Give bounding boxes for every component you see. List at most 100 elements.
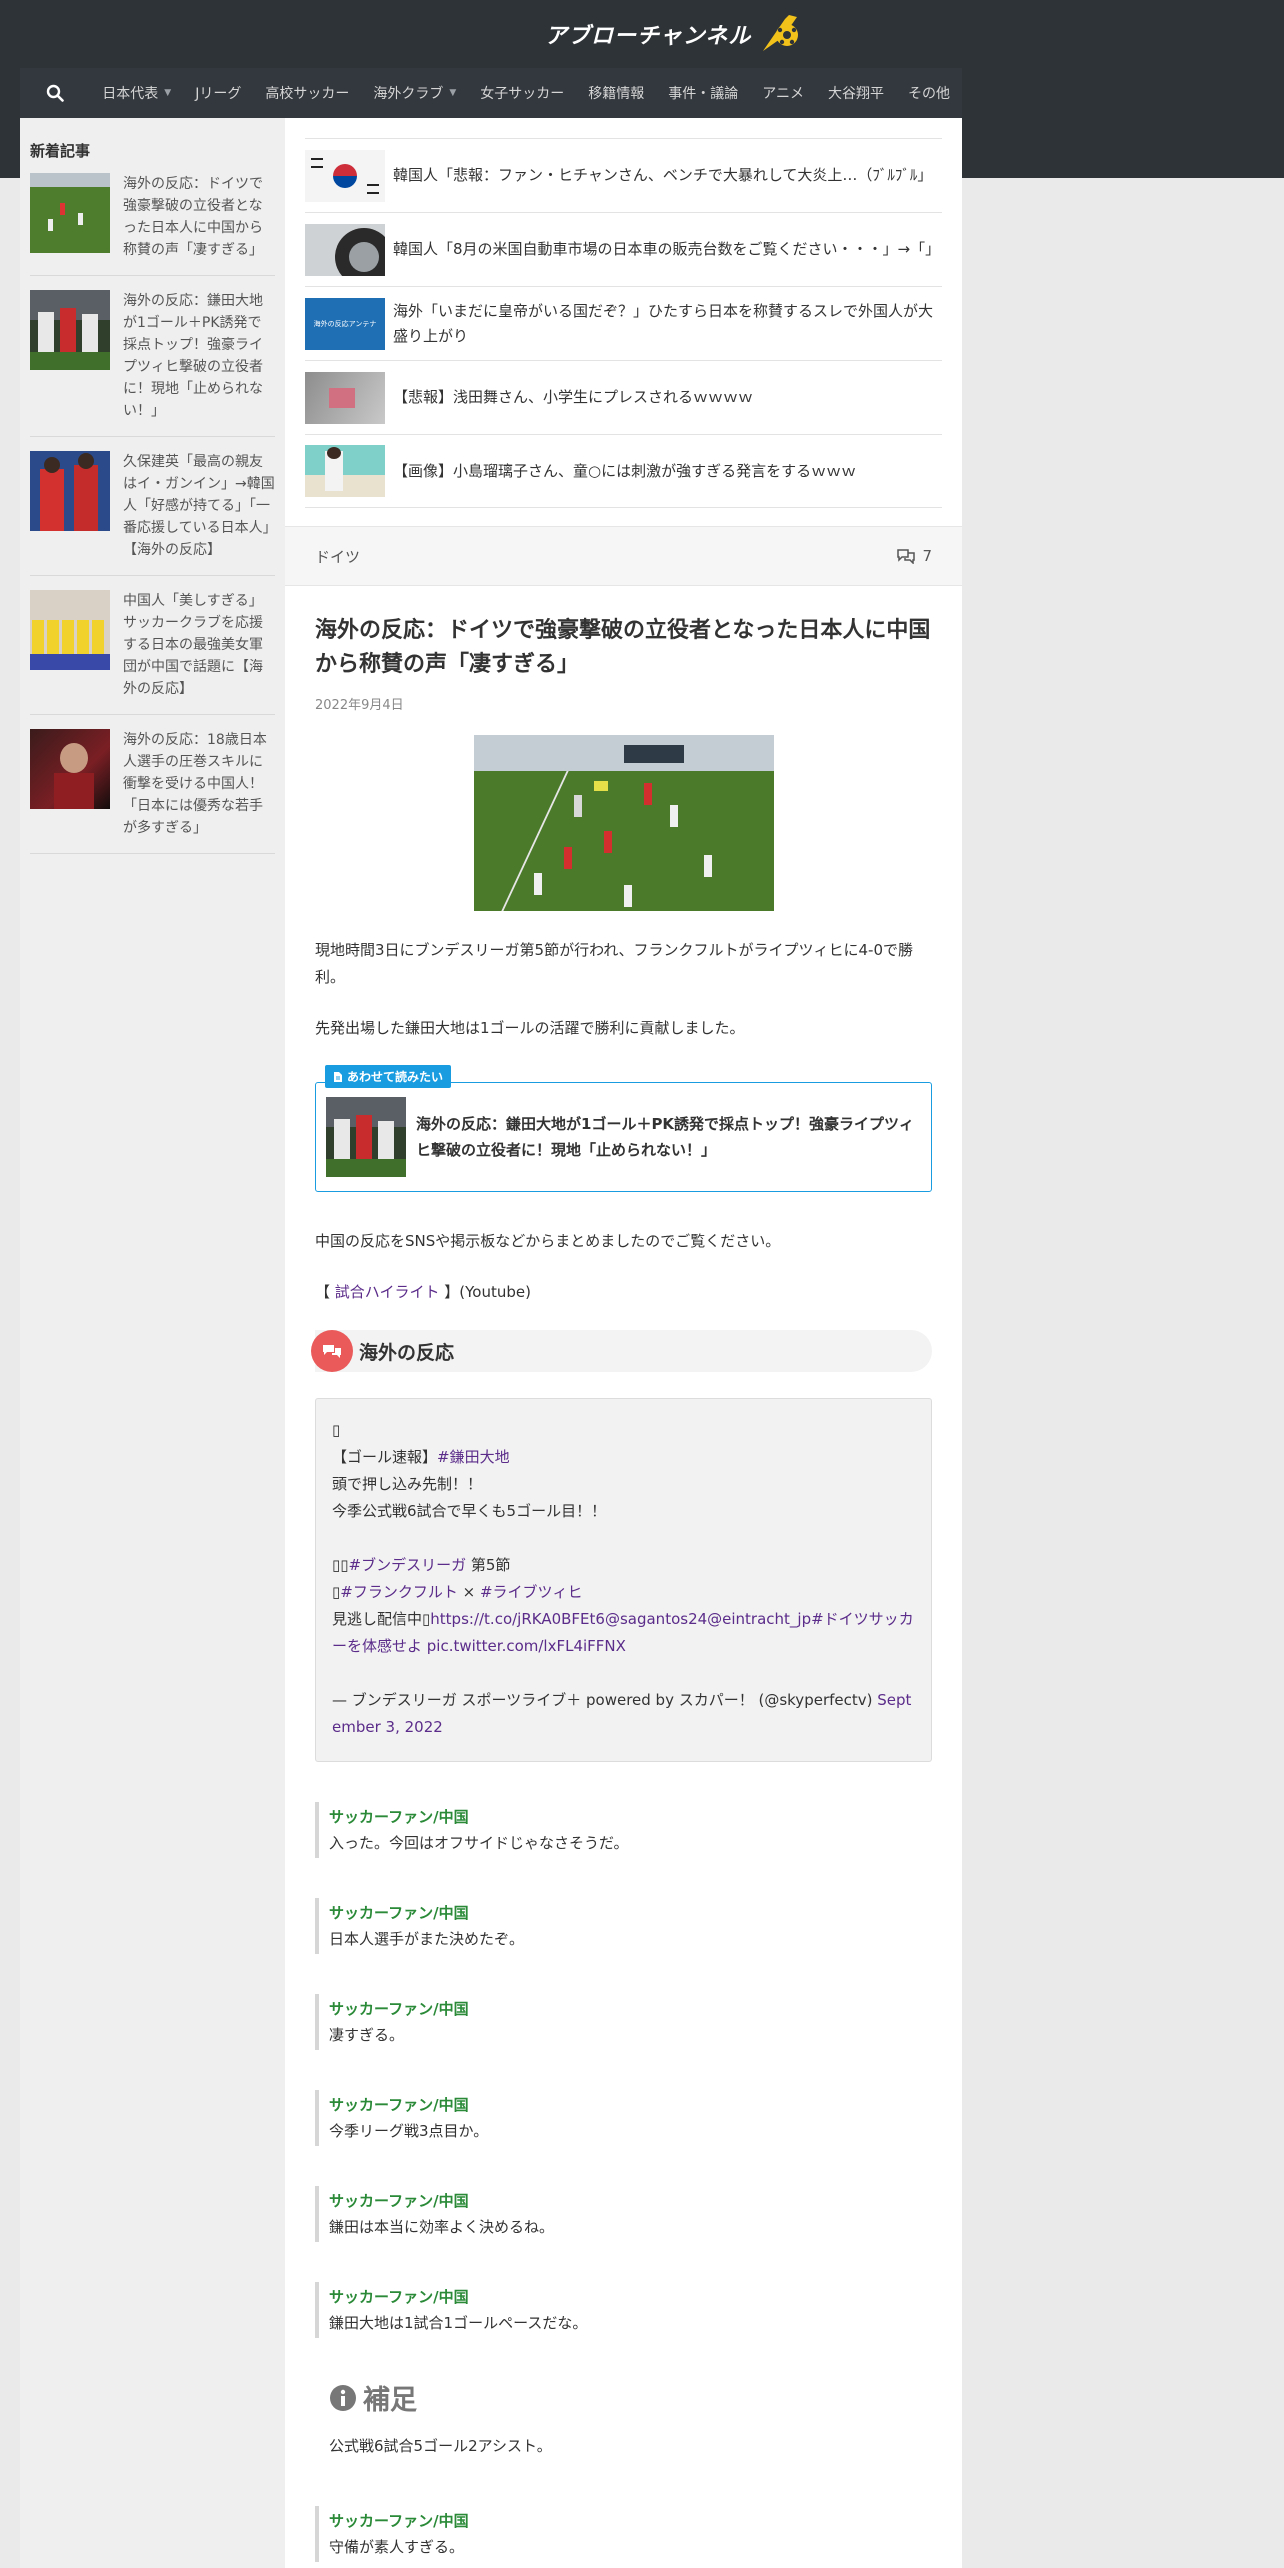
section-heading-text: 海外の反応 [359, 1341, 455, 1364]
article-thumbnail[interactable] [305, 149, 385, 202]
tweet-line: ▯ [332, 1417, 915, 1444]
article-thumbnail[interactable]: 海外の反応アンテナ [305, 297, 385, 350]
nav-label: 女子サッカー [480, 86, 565, 102]
related-article[interactable]: 韓国人「悲報：ファン・ヒチャンさん、ベンチで大暴れして大炎上…（ﾌﾞﾙﾌﾞﾙ」 [305, 138, 942, 212]
nav-label: アニメ [762, 86, 804, 102]
nav-item-high-school[interactable]: 高校サッカー [253, 68, 361, 118]
chevron-down-icon: ▼ [449, 88, 457, 98]
related-article-title[interactable]: 【悲報】浅田舞さん、小学生にプレスされるｗｗｗｗ [393, 385, 753, 410]
supplement-title: 補足 [363, 2385, 417, 2416]
sidebar: 新着記事 海外の反応：ドイツで強豪撃破の立役者となった日本人に中国から称賛の声「… [20, 118, 285, 2568]
nav-item-transfers[interactable]: 移籍情報 [576, 68, 656, 118]
nav-item-womens[interactable]: 女子サッカー [468, 68, 576, 118]
hashtag-link[interactable]: #フランクフルト [340, 1583, 458, 1601]
main-content: 韓国人「悲報：ファン・ヒチャンさん、ベンチで大暴れして大炎上…（ﾌﾞﾙﾌﾞﾙ」 … [285, 118, 962, 2568]
highlight-suffix: 】(Youtube) [439, 1283, 531, 1301]
main-nav: 日本代表 ▼ Jリーグ 高校サッカー 海外クラブ ▼ 女子サッカー 移籍情報 事件・… [20, 68, 962, 118]
comment-text: 今季リーグ戦3点目か。 [329, 2122, 489, 2140]
category-bar: ドイツ 7 [285, 526, 962, 586]
hashtag-link[interactable]: #ライブツィヒ [480, 1583, 583, 1601]
related-article-title[interactable]: 【画像】小島瑠璃子さん、童○には刺激が強すぎる発言をするｗｗｗ [393, 459, 856, 484]
related-article[interactable]: 【悲報】浅田舞さん、小学生にプレスされるｗｗｗｗ [305, 360, 942, 434]
nav-label: 事件・議論 [668, 86, 739, 102]
comment-count-link[interactable]: 7 [896, 547, 932, 565]
related-article[interactable]: 海外の反応アンテナ 海外「いまだに皇帝がいる国だぞ？」ひたすら日本を称賛するスレ… [305, 286, 942, 360]
nav-item-overseas-clubs[interactable]: 海外クラブ ▼ [361, 68, 468, 118]
supplement-text: 公式戦6試合5ゴール2アシスト。 [329, 2437, 552, 2455]
article-paragraph: 先発出場した鎌田大地は1ゴールの活躍で勝利に貢献しました。 [315, 1019, 745, 1037]
comment-author: サッカーファン/中国 [329, 2192, 469, 2210]
nav-item-other[interactable]: その他 [896, 68, 962, 118]
comment-author: サッカーファン/中国 [329, 1904, 469, 1922]
read-also-box[interactable]: 海外の反応：鎌田大地が1ゴール＋PK誘発で採点トップ！強豪ライプツィヒ撃破の立役… [315, 1082, 932, 1192]
related-article[interactable]: 韓国人「8月の米国自動車市場の日本車の販売台数をご覧ください・・・」→「」 [305, 212, 942, 286]
comment-text: 入った。今回はオフサイドじゃなさそうだ。 [329, 1834, 629, 1852]
highlight-link[interactable]: 試合ハイライト [335, 1283, 440, 1301]
sidebar-title: 新着記事 [30, 142, 91, 160]
sidebar-article[interactable]: 海外の反応：鎌田大地が1ゴール＋PK誘発で採点トップ！強豪ライプツィヒ撃破の立役… [30, 290, 275, 437]
nav-item-ohtani[interactable]: 大谷翔平 [816, 68, 896, 118]
article-thumbnail[interactable] [30, 451, 110, 531]
read-also-label: あわせて読みたい [347, 1070, 444, 1084]
emoji-glyph: ▯▯ [332, 1556, 349, 1574]
sidebar-article-title[interactable]: 海外の反応：ドイツで強豪撃破の立役者となった日本人に中国から称賛の声「凄すぎる」 [123, 173, 275, 261]
search-icon [46, 84, 64, 102]
comment-text: 鎌田は本当に効率よく決めるね。 [329, 2218, 555, 2236]
nav-label: その他 [908, 86, 950, 102]
related-article-title[interactable]: 韓国人「8月の米国自動車市場の日本車の販売台数をご覧ください・・・」→「」 [393, 237, 940, 262]
article-thumbnail[interactable] [30, 590, 110, 670]
tweet-line: ▯▯#ブンデスリーガ 第5節 [332, 1556, 511, 1574]
comment-author: サッカーファン/中国 [329, 1808, 469, 1826]
article-thumbnail[interactable] [305, 445, 385, 497]
search-button[interactable] [20, 68, 90, 118]
tweet-line: 頭で押し込み先制！！ [332, 1475, 483, 1493]
hashtag-link[interactable]: #ブンデスリーガ [349, 1556, 467, 1574]
article-thumbnail[interactable] [30, 729, 110, 809]
comments-icon [897, 549, 916, 564]
info-icon [330, 2384, 356, 2411]
article-thumbnail[interactable] [30, 173, 110, 253]
thumbnail-label: 海外の反応アンテナ [313, 319, 377, 328]
article-thumbnail[interactable] [305, 371, 385, 424]
nav-item-japan-national[interactable]: 日本代表 ▼ [90, 68, 183, 118]
sidebar-article-title[interactable]: 中国人「美しすぎる」サッカークラブを応援する日本の最強美女軍団が中国で話題に【海… [123, 590, 275, 700]
reader-comment: サッカーファン/中国 凄すぎる。 [315, 1994, 932, 2050]
article-hero-image [473, 735, 774, 911]
sidebar-article-title[interactable]: 海外の反応：鎌田大地が1ゴール＋PK誘発で採点トップ！強豪ライプツィヒ撃破の立役… [123, 290, 275, 422]
sidebar-article-title[interactable]: 久保建英「最高の親友はイ・ガンイン」→韓国人「好感が持てる」「一番応援している日… [123, 451, 275, 561]
site-logo[interactable]: アブローチャンネル [545, 8, 801, 60]
comment-text: 守備が素人すぎる。 [329, 2538, 465, 2556]
sidebar-article[interactable]: 海外の反応：ドイツで強豪撃破の立役者となった日本人に中国から称賛の声「凄すぎる」 [30, 173, 275, 276]
soccer-ball-logo-icon [763, 15, 799, 51]
article-thumbnail[interactable] [326, 1097, 406, 1177]
article-title: 海外の反応：ドイツで強豪撃破の立役者となった日本人に中国から称賛の声「凄すぎる」 [315, 618, 931, 677]
comment-author: サッカーファン/中国 [329, 2512, 469, 2530]
sidebar-article[interactable]: 海外の反応：18歳日本人選手の圧巻スキルに衝撃を受ける中国人！「日本には優秀な若… [30, 729, 275, 854]
reader-comment: サッカーファン/中国 日本人選手がまた決めたぞ。 [315, 1898, 932, 1954]
comment-author: サッカーファン/中国 [329, 2000, 469, 2018]
nav-item-incidents[interactable]: 事件・議論 [656, 68, 750, 118]
related-article[interactable]: 【画像】小島瑠璃子さん、童○には刺激が強すぎる発言をするｗｗｗ [305, 434, 942, 508]
sidebar-article-title[interactable]: 海外の反応：18歳日本人選手の圧巻スキルに衝撃を受ける中国人！「日本には優秀な若… [123, 729, 275, 839]
category-link[interactable]: ドイツ [315, 546, 360, 567]
hashtag-link[interactable]: #鎌田大地 [437, 1448, 510, 1466]
nav-item-anime[interactable]: アニメ [750, 68, 816, 118]
reader-comment: サッカーファン/中国 守備が素人すぎる。 [315, 2506, 932, 2562]
article-thumbnail[interactable] [30, 290, 110, 370]
comment-author: サッカーファン/中国 [329, 2096, 469, 2114]
article-thumbnail[interactable] [305, 223, 385, 276]
highlight-line: 【 試合ハイライト 】(Youtube) [315, 1279, 932, 1306]
tweet-line: 【ゴール速報】#鎌田大地 [332, 1448, 510, 1466]
reader-comment: サッカーファン/中国 今季リーグ戦3点目か。 [315, 2090, 932, 2146]
sidebar-article[interactable]: 久保建英「最高の親友はイ・ガンイン」→韓国人「好感が持てる」「一番応援している日… [30, 451, 275, 576]
sidebar-article[interactable]: 中国人「美しすぎる」サッカークラブを応援する日本の最強美女軍団が中国で話題に【海… [30, 590, 275, 715]
nav-label: 大谷翔平 [828, 86, 884, 102]
site-header: アブローチャンネル [0, 0, 1284, 68]
nav-item-j-league[interactable]: Jリーグ [183, 68, 253, 118]
read-also-title[interactable]: 海外の反応：鎌田大地が1ゴール＋PK誘発で採点トップ！強豪ライプツィヒ撃破の立役… [416, 1111, 921, 1163]
related-article-title[interactable]: 韓国人「悲報：ファン・ヒチャンさん、ベンチで大暴れして大炎上…（ﾌﾞﾙﾌﾞﾙ」 [393, 163, 932, 188]
read-also-badge: あわせて読みたい [325, 1065, 452, 1088]
article-date: 2022年9月4日 [315, 698, 404, 713]
read-also-card[interactable]: あわせて読みたい 海外の反応：鎌田大地が1ゴール＋PK誘発で採点トップ！強豪ライ… [315, 1065, 932, 1192]
related-article-title[interactable]: 海外「いまだに皇帝がいる国だぞ？」ひたすら日本を称賛するスレで外国人が大盛り上が… [393, 299, 942, 349]
